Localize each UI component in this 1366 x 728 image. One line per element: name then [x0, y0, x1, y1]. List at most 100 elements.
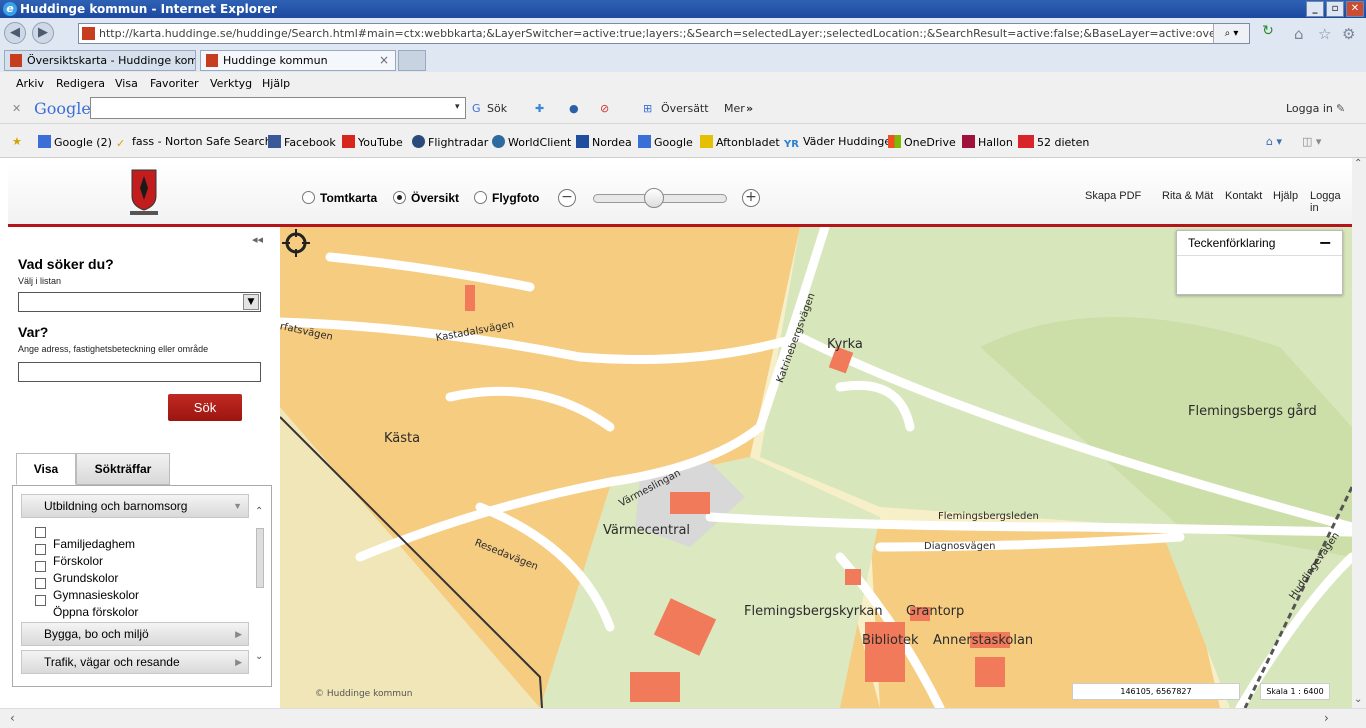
- google-login-link[interactable]: Logga in: [1286, 102, 1333, 115]
- menu-hjalp[interactable]: Hjälp: [262, 77, 290, 90]
- fav-worldclient[interactable]: WorldClient: [492, 135, 571, 149]
- close-tab-icon[interactable]: ×: [379, 51, 389, 70]
- search-button[interactable]: Sök: [168, 394, 242, 421]
- fav-google[interactable]: Google: [638, 135, 693, 149]
- checkbox[interactable]: [35, 578, 46, 589]
- locate-crosshair-icon[interactable]: [282, 229, 310, 257]
- google-search-button[interactable]: Sök: [487, 102, 507, 115]
- legend-title: Teckenförklaring: [1177, 231, 1342, 256]
- checkbox[interactable]: [35, 527, 46, 538]
- menu-visa[interactable]: Visa: [115, 77, 138, 90]
- logga-in-link[interactable]: Logga in: [1310, 190, 1352, 214]
- fav-fass[interactable]: ✓ fass - Norton Safe Search: [116, 135, 272, 150]
- more-button[interactable]: Mer: [724, 102, 745, 115]
- rita-mat-link[interactable]: Rita & Mät: [1162, 190, 1213, 202]
- wrench-icon[interactable]: ✎: [1336, 102, 1345, 115]
- fav-google-2[interactable]: Google (2): [38, 135, 112, 149]
- back-button[interactable]: ◀: [4, 22, 26, 44]
- basemap-oversikt[interactable]: Översikt: [393, 191, 459, 205]
- window-titlebar: e Huddinge kommun - Internet Explorer _ …: [0, 0, 1366, 18]
- page-vertical-scrollbar[interactable]: ⌃ ⌄: [1352, 158, 1366, 708]
- check-gymnasieskolor[interactable]: Gymnasieskolor: [35, 578, 139, 602]
- scroll-down-icon[interactable]: ⌄: [255, 651, 263, 662]
- close-window-button[interactable]: ✕: [1346, 1, 1364, 17]
- fav-aftonbladet[interactable]: Aftonbladet: [700, 135, 780, 149]
- popup-blocker-icon[interactable]: ⊘: [600, 102, 609, 115]
- scroll-right-icon[interactable]: ›: [1324, 711, 1329, 725]
- location-input[interactable]: [18, 362, 261, 382]
- checkbox[interactable]: [35, 595, 46, 606]
- group-bygga[interactable]: Bygga, bo och miljö ▶: [21, 622, 249, 646]
- rss-icon[interactable]: ◫ ▾: [1302, 135, 1321, 148]
- scroll-down-icon[interactable]: ⌄: [1354, 694, 1362, 705]
- map-copyright: © Huddinge kommun: [315, 689, 413, 699]
- tab-visa[interactable]: Visa: [16, 453, 76, 485]
- place-flemingsbergskyrkan: Flemingsbergskyrkan: [744, 604, 883, 619]
- favorites-bar: ★ Google (2) ✓ fass - Norton Safe Search …: [0, 124, 1366, 158]
- tab-huddinge-kommun[interactable]: Huddinge kommun ×: [200, 50, 396, 71]
- tab-oversiktskarta[interactable]: Översiktskarta - Huddinge kom...: [4, 50, 196, 71]
- layer-list-scrollbar[interactable]: ⌃ ⌄: [253, 506, 267, 666]
- chevron-right-icon: ▶: [235, 629, 242, 639]
- menu-favoriter[interactable]: Favoriter: [150, 77, 198, 90]
- group-utbildning[interactable]: Utbildning och barnomsorg ▼: [21, 494, 249, 518]
- huddinge-logo[interactable]: [126, 168, 162, 216]
- check-familjedaghem[interactable]: Familjedaghem: [35, 527, 135, 551]
- translate-button[interactable]: Översätt: [661, 102, 709, 115]
- fav-facebook[interactable]: Facebook: [268, 135, 336, 149]
- minimize-legend-icon[interactable]: −: [1319, 233, 1332, 252]
- basemap-flygfoto[interactable]: Flygfoto: [474, 191, 539, 205]
- scroll-left-icon[interactable]: ‹: [10, 711, 15, 725]
- check-oppna-forskolor[interactable]: Öppna förskolor: [35, 595, 138, 619]
- layer-list: Utbildning och barnomsorg ▼ Familjedaghem…: [12, 485, 272, 687]
- home-menu-icon[interactable]: ⌂ ▾: [1266, 135, 1282, 148]
- globe-icon[interactable]: ●: [569, 102, 579, 115]
- google-search-input[interactable]: [90, 97, 466, 119]
- fav-nordea[interactable]: Nordea: [576, 135, 632, 149]
- favorites-star-icon[interactable]: ☆: [1318, 25, 1331, 43]
- search-dropdown-icon[interactable]: ▾: [455, 102, 460, 112]
- scroll-up-icon[interactable]: ⌃: [255, 506, 263, 517]
- minimize-button[interactable]: _: [1306, 1, 1324, 17]
- favorites-star-icon[interactable]: ★: [12, 135, 22, 148]
- home-icon[interactable]: ⌂: [1294, 25, 1304, 43]
- category-select[interactable]: ▼: [18, 292, 261, 312]
- scroll-up-icon[interactable]: ⌃: [1354, 158, 1362, 169]
- maximize-button[interactable]: ▫: [1326, 1, 1344, 17]
- fav-vader-huddinge[interactable]: YR Väder Huddinge: [784, 135, 891, 152]
- zoom-slider-handle[interactable]: [644, 188, 665, 208]
- new-tab-button[interactable]: [398, 50, 426, 71]
- zoom-out-button[interactable]: −: [558, 189, 576, 207]
- collapse-panel-icon[interactable]: ◂◂: [252, 233, 263, 246]
- checkbox[interactable]: [35, 544, 46, 555]
- fav-52-dieten[interactable]: 52 dieten: [1018, 135, 1089, 149]
- checkbox[interactable]: [35, 561, 46, 572]
- menu-arkiv[interactable]: Arkiv: [16, 77, 44, 90]
- refresh-icon[interactable]: ↻: [1258, 23, 1278, 43]
- scroll-thumb[interactable]: [256, 528, 264, 588]
- address-url: http://karta.huddinge.se/huddinge/Search…: [99, 27, 1250, 40]
- tab-soktraffar[interactable]: Sökträffar: [76, 453, 170, 485]
- fav-youtube[interactable]: YouTube: [342, 135, 403, 149]
- fav-flightradar[interactable]: Flightradar: [412, 135, 488, 149]
- check-grundskolor[interactable]: Grundskolor: [35, 561, 118, 585]
- address-controls[interactable]: ⌕ ▾: [1213, 24, 1249, 43]
- kontakt-link[interactable]: Kontakt: [1225, 190, 1262, 202]
- basemap-tomtkarta[interactable]: Tomtkarta: [302, 191, 377, 205]
- plus-icon[interactable]: ✚: [535, 102, 544, 115]
- zoom-in-button[interactable]: +: [742, 189, 760, 207]
- forward-button[interactable]: ▶: [32, 22, 54, 44]
- page-horizontal-scrollbar[interactable]: ‹ ›: [0, 708, 1366, 728]
- place-grantorp: Grantorp: [906, 604, 965, 619]
- close-toolbar-icon[interactable]: ✕: [12, 102, 21, 115]
- menu-verktyg[interactable]: Verktyg: [210, 77, 252, 90]
- menu-redigera[interactable]: Redigera: [56, 77, 105, 90]
- map-canvas[interactable]: Teckenförklaring − Kyrka Flemingsbergs g…: [280, 227, 1352, 708]
- hjalp-link[interactable]: Hjälp: [1273, 190, 1298, 202]
- fav-onedrive[interactable]: OneDrive: [888, 135, 956, 149]
- address-input[interactable]: http://karta.huddinge.se/huddinge/Search…: [78, 23, 1250, 44]
- fav-hallon[interactable]: Hallon: [962, 135, 1013, 149]
- skapa-pdf-link[interactable]: Skapa PDF: [1085, 190, 1141, 202]
- group-trafik[interactable]: Trafik, vägar och resande ▶: [21, 650, 249, 674]
- gear-icon[interactable]: ⚙: [1342, 25, 1355, 43]
